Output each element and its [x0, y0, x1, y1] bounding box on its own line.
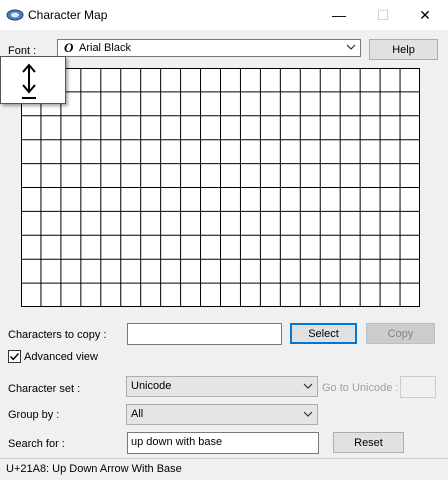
up-down-arrow-with-base-icon: [22, 63, 36, 99]
group-by-value: All: [131, 408, 144, 420]
title-bar: Character Map — ☐ ✕: [0, 0, 448, 30]
chevron-down-icon: [303, 383, 313, 389]
go-to-unicode-label: Go to Unicode :: [322, 382, 399, 394]
select-button[interactable]: Select: [290, 323, 357, 344]
magnified-character-popup: [0, 56, 66, 104]
character-map-app-icon: [6, 9, 24, 21]
advanced-view-checkbox[interactable]: [8, 350, 21, 363]
window-title: Character Map: [28, 8, 108, 22]
chevron-down-icon: [303, 411, 313, 417]
go-to-unicode-input[interactable]: [400, 376, 436, 398]
character-grid[interactable]: [21, 68, 420, 307]
advanced-view-label[interactable]: Advanced view: [24, 351, 98, 363]
group-by-dropdown[interactable]: All: [126, 404, 318, 425]
font-value: Arial Black: [79, 42, 131, 54]
font-dropdown[interactable]: O Arial Black: [57, 39, 361, 57]
status-bar: U+21A8: Up Down Arrow With Base: [0, 458, 448, 480]
characters-to-copy-label: Characters to copy :: [8, 329, 107, 341]
character-set-value: Unicode: [131, 380, 172, 392]
character-set-dropdown[interactable]: Unicode: [126, 376, 318, 397]
close-icon: ✕: [419, 6, 431, 23]
help-button[interactable]: Help: [369, 39, 438, 60]
group-by-label: Group by :: [8, 409, 60, 421]
minimize-button[interactable]: —: [316, 0, 362, 30]
opentype-font-icon: O: [64, 40, 74, 55]
search-value: up down with base: [131, 436, 223, 448]
search-for-label: Search for :: [8, 438, 65, 450]
close-button[interactable]: ✕: [402, 0, 448, 30]
checkmark-icon: [10, 353, 20, 361]
characters-to-copy-input[interactable]: [127, 323, 282, 345]
maximize-icon: ☐: [376, 6, 390, 23]
search-input[interactable]: up down with base: [127, 432, 319, 454]
chevron-down-icon[interactable]: [346, 43, 356, 51]
reset-button[interactable]: Reset: [333, 432, 404, 453]
character-set-label: Character set :: [8, 383, 81, 395]
minimize-icon: —: [332, 7, 346, 23]
copy-button[interactable]: Copy: [366, 323, 435, 344]
status-text: U+21A8: Up Down Arrow With Base: [6, 463, 182, 475]
maximize-button[interactable]: ☐: [360, 0, 406, 30]
